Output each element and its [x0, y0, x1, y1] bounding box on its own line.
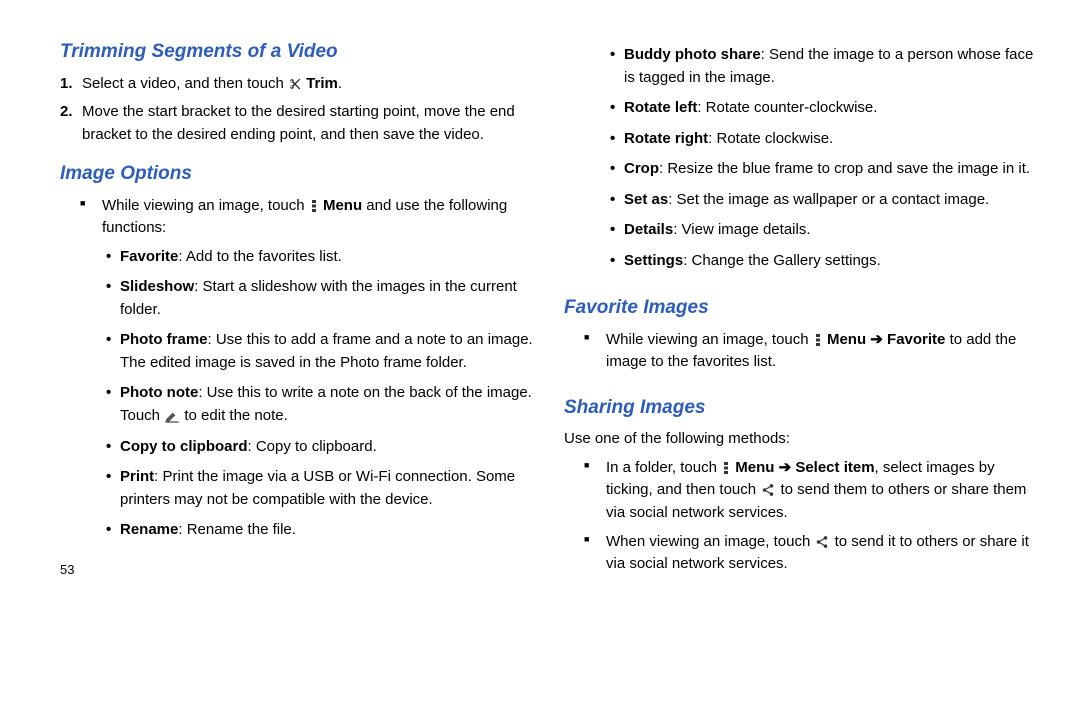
menu-label: Menu	[827, 331, 866, 348]
opt-text: : Copy to clipboard.	[248, 438, 377, 455]
arrow: ➔	[774, 459, 795, 476]
edit-icon	[164, 405, 180, 428]
opt-text: : Change the Gallery settings.	[683, 252, 881, 269]
fav-pre: While viewing an image, touch	[606, 331, 813, 348]
opt-text: : Add to the favorites list.	[178, 248, 341, 265]
opt-text: : Resize the blue frame to crop and save…	[659, 160, 1030, 177]
heading-image-options: Image Options	[60, 160, 536, 189]
menu-icon	[813, 329, 823, 352]
share-icon	[814, 531, 830, 554]
opt-label: Rotate left	[624, 99, 697, 116]
opt-crop: Crop: Resize the blue frame to crop and …	[624, 158, 1040, 181]
opt-text: : Set the image as wallpaper or a contac…	[668, 191, 989, 208]
opt-label: Rotate right	[624, 130, 708, 147]
share1-pre: In a folder, touch	[606, 459, 721, 476]
arrow: ➔	[866, 331, 887, 348]
favorite-label: Favorite	[887, 331, 945, 348]
share-icon	[760, 479, 776, 502]
opt-settings: Settings: Change the Gallery settings.	[624, 250, 1040, 273]
opt-text: : Rotate clockwise.	[708, 130, 833, 147]
opt-label: Settings	[624, 252, 683, 269]
scissors-icon	[288, 73, 302, 96]
step-number: 1.	[60, 73, 73, 96]
opt-favorite: Favorite: Add to the favorites list.	[120, 246, 536, 269]
intro-item: While viewing an image, touch Menu and u…	[102, 195, 536, 542]
opt-set-as: Set as: Set the image as wallpaper or a …	[624, 189, 1040, 212]
right-column: Buddy photo share: Send the image to a p…	[564, 38, 1040, 700]
heading-trimming: Trimming Segments of a Video	[60, 38, 536, 67]
step-2: 2. Move the start bracket to the desired…	[82, 101, 536, 146]
opt-label: Set as	[624, 191, 668, 208]
sharing-list: In a folder, touch Menu ➔ Select item, s…	[564, 457, 1040, 576]
opt-text-post: to edit the note.	[184, 407, 287, 424]
heading-favorite-images: Favorite Images	[564, 294, 1040, 323]
heading-sharing-images: Sharing Images	[564, 394, 1040, 423]
opt-label: Print	[120, 468, 154, 485]
step-end: .	[338, 75, 342, 92]
image-options-bullets-continued: Buddy photo share: Send the image to a p…	[564, 44, 1040, 272]
page-number: 53	[60, 560, 536, 580]
opt-copy: Copy to clipboard: Copy to clipboard.	[120, 436, 536, 459]
opt-photo-note: Photo note: Use this to write a note on …	[120, 382, 536, 427]
favorite-images-list: While viewing an image, touch Menu ➔ Fav…	[564, 329, 1040, 374]
trimming-steps: 1. Select a video, and then touch Trim. …	[60, 73, 536, 147]
opt-slideshow: Slideshow: Start a slideshow with the im…	[120, 276, 536, 321]
opt-rotate-left: Rotate left: Rotate counter-clockwise.	[624, 97, 1040, 120]
opt-text: : Rename the file.	[178, 521, 296, 538]
menu-icon	[721, 457, 731, 480]
opt-text: : Rotate counter-clockwise.	[697, 99, 877, 116]
menu-label: Menu	[323, 197, 362, 214]
share2-pre: When viewing an image, touch	[606, 533, 814, 550]
opt-label: Photo note	[120, 384, 198, 401]
opt-label: Copy to clipboard	[120, 438, 248, 455]
share-viewing: When viewing an image, touch to send it …	[606, 531, 1040, 576]
opt-label: Slideshow	[120, 278, 194, 295]
opt-label: Rename	[120, 521, 178, 538]
favorite-item: While viewing an image, touch Menu ➔ Fav…	[606, 329, 1040, 374]
share-folder: In a folder, touch Menu ➔ Select item, s…	[606, 457, 1040, 525]
opt-rename: Rename: Rename the file.	[120, 519, 536, 542]
opt-label: Details	[624, 221, 673, 238]
left-column: Trimming Segments of a Video 1. Select a…	[60, 38, 536, 700]
menu-icon	[309, 195, 319, 218]
intro-pre: While viewing an image, touch	[102, 197, 309, 214]
opt-label: Favorite	[120, 248, 178, 265]
image-options-bullets: Favorite: Add to the favorites list. Sli…	[102, 246, 536, 542]
step-text: Select a video, and then touch	[82, 75, 288, 92]
opt-label: Crop	[624, 160, 659, 177]
opt-label: Photo frame	[120, 331, 208, 348]
manual-page: Trimming Segments of a Video 1. Select a…	[0, 0, 1080, 720]
opt-details: Details: View image details.	[624, 219, 1040, 242]
select-item-label: Select item	[795, 459, 874, 476]
opt-photo-frame: Photo frame: Use this to add a frame and…	[120, 329, 536, 374]
step-text: Move the start bracket to the desired st…	[82, 103, 515, 143]
image-options-intro: While viewing an image, touch Menu and u…	[60, 195, 536, 542]
menu-label: Menu	[735, 459, 774, 476]
opt-print: Print: Print the image via a USB or Wi-F…	[120, 466, 536, 511]
opt-buddy: Buddy photo share: Send the image to a p…	[624, 44, 1040, 89]
step-number: 2.	[60, 101, 73, 124]
opt-rotate-right: Rotate right: Rotate clockwise.	[624, 128, 1040, 151]
opt-label: Buddy photo share	[624, 46, 761, 63]
trim-label: Trim	[306, 75, 338, 92]
opt-text: : Print the image via a USB or Wi-Fi con…	[120, 468, 515, 508]
step-1: 1. Select a video, and then touch Trim.	[82, 73, 536, 96]
opt-text: : View image details.	[673, 221, 810, 238]
share-lead: Use one of the following methods:	[564, 428, 1040, 451]
